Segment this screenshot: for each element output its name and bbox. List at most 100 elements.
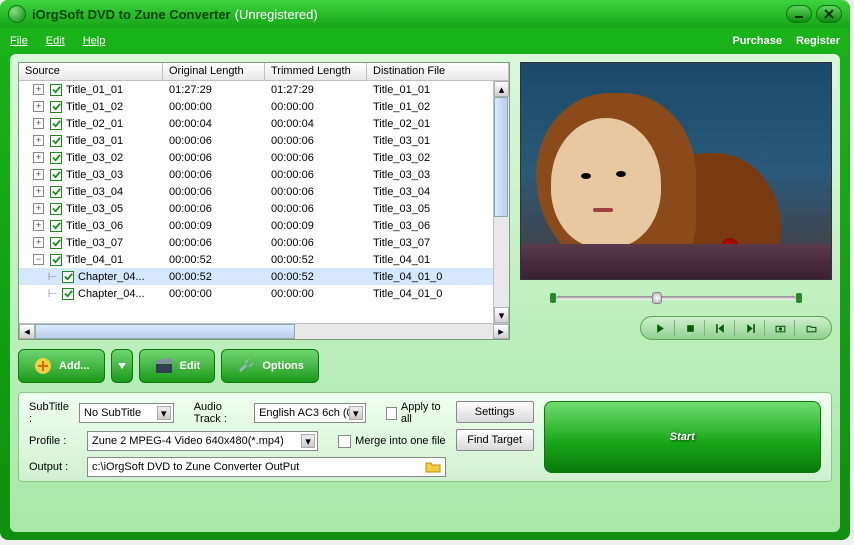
scroll-down-icon[interactable]: ▾ — [494, 307, 509, 323]
options-button[interactable]: Options — [221, 349, 319, 383]
scroll-right-icon[interactable]: ▸ — [493, 324, 509, 339]
tree-connector-icon: ⊢ — [47, 287, 58, 300]
find-target-button[interactable]: Find Target — [456, 429, 534, 451]
row-title: Title_03_04 — [66, 186, 123, 198]
output-path-input[interactable]: c:\iOrgSoft DVD to Zune Converter OutPut — [87, 457, 446, 477]
row-title: Title_03_05 — [66, 203, 123, 215]
menu-register[interactable]: Register — [796, 35, 840, 47]
add-dropdown-button[interactable] — [111, 349, 133, 383]
row-checkbox[interactable] — [50, 84, 62, 96]
audiotrack-combo[interactable]: English AC3 6ch (0x ▾ — [254, 403, 366, 423]
scroll-left-icon[interactable]: ◂ — [19, 324, 35, 339]
table-row[interactable]: ⊢Chapter_04...00:00:5200:00:52Title_04_0… — [19, 268, 509, 285]
snapshot-button[interactable] — [767, 320, 795, 336]
row-checkbox[interactable] — [62, 288, 74, 300]
table-row[interactable]: +Title_03_0300:00:0600:00:06Title_03_03 — [19, 166, 509, 183]
seek-slider[interactable] — [520, 288, 832, 308]
browse-folder-icon[interactable] — [425, 460, 441, 474]
expand-icon[interactable]: + — [33, 203, 44, 214]
cell-ol: 00:00:09 — [163, 220, 265, 232]
row-checkbox[interactable] — [50, 254, 62, 266]
dropdown-icon: ▾ — [157, 406, 171, 420]
table-row[interactable]: +Title_01_0101:27:2901:27:29Title_01_01 — [19, 81, 509, 98]
profile-combo[interactable]: Zune 2 MPEG-4 Video 640x480(*.mp4) ▾ — [87, 431, 318, 451]
col-destination-file[interactable]: Distination File — [367, 63, 509, 80]
start-button[interactable]: Start — [544, 401, 821, 473]
seek-end-marker[interactable] — [796, 293, 802, 303]
settings-panel: SubTitle : No SubTitle ▾ Audio Track : E… — [18, 392, 832, 482]
row-checkbox[interactable] — [50, 135, 62, 147]
row-checkbox[interactable] — [50, 169, 62, 181]
edit-button[interactable]: Edit — [139, 349, 216, 383]
row-checkbox[interactable] — [50, 220, 62, 232]
table-row[interactable]: +Title_03_0100:00:0600:00:06Title_03_01 — [19, 132, 509, 149]
close-button[interactable] — [816, 5, 842, 23]
table-row[interactable]: +Title_02_0100:00:0400:00:04Title_02_01 — [19, 115, 509, 132]
row-checkbox[interactable] — [50, 118, 62, 130]
row-checkbox[interactable] — [50, 186, 62, 198]
vertical-scrollbar[interactable]: ▴ ▾ — [493, 81, 509, 323]
source-table: Source Original Length Trimmed Length Di… — [18, 62, 510, 340]
seek-thumb[interactable] — [652, 292, 662, 304]
menu-edit[interactable]: Edit — [46, 35, 65, 47]
collapse-icon[interactable]: − — [33, 254, 44, 265]
add-label: Add... — [59, 360, 90, 372]
row-checkbox[interactable] — [50, 152, 62, 164]
subtitle-combo[interactable]: No SubTitle ▾ — [79, 403, 174, 423]
apply-all-checkbox[interactable] — [386, 407, 397, 420]
hscroll-thumb[interactable] — [35, 324, 295, 339]
scroll-up-icon[interactable]: ▴ — [494, 81, 509, 97]
app-status: (Unregistered) — [235, 7, 318, 22]
expand-icon[interactable]: + — [33, 169, 44, 180]
table-row[interactable]: +Title_03_0200:00:0600:00:06Title_03_02 — [19, 149, 509, 166]
table-row[interactable]: +Title_03_0400:00:0600:00:06Title_03_04 — [19, 183, 509, 200]
playback-controls — [640, 316, 832, 340]
cell-tl: 00:00:00 — [265, 288, 367, 300]
stop-button[interactable] — [677, 320, 705, 336]
start-label: Start — [670, 431, 695, 443]
next-button[interactable] — [737, 320, 765, 336]
col-source[interactable]: Source — [19, 63, 163, 80]
menu-purchase[interactable]: Purchase — [732, 35, 782, 47]
expand-icon[interactable]: + — [33, 152, 44, 163]
cell-ol: 00:00:06 — [163, 203, 265, 215]
app-title: iOrgSoft DVD to Zune Converter — [32, 7, 231, 22]
table-row[interactable]: +Title_03_0700:00:0600:00:06Title_03_07 — [19, 234, 509, 251]
scroll-thumb[interactable] — [494, 97, 508, 217]
table-row[interactable]: ⊢Chapter_04...00:00:0000:00:00Title_04_0… — [19, 285, 509, 302]
row-checkbox[interactable] — [50, 237, 62, 249]
row-checkbox[interactable] — [62, 271, 74, 283]
expand-icon[interactable]: + — [33, 186, 44, 197]
output-value: c:\iOrgSoft DVD to Zune Converter OutPut — [92, 461, 299, 473]
horizontal-scrollbar[interactable]: ◂ ▸ — [19, 323, 509, 339]
menu-file[interactable]: File — [10, 35, 28, 47]
expand-icon[interactable]: + — [33, 135, 44, 146]
col-original-length[interactable]: Original Length — [163, 63, 265, 80]
expand-icon[interactable]: + — [33, 84, 44, 95]
row-checkbox[interactable] — [50, 203, 62, 215]
expand-icon[interactable]: + — [33, 237, 44, 248]
cell-ol: 00:00:00 — [163, 101, 265, 113]
settings-button[interactable]: Settings — [456, 401, 534, 423]
table-row[interactable]: −Title_04_0100:00:5200:00:52Title_04_01 — [19, 251, 509, 268]
cell-df: Title_03_01 — [367, 135, 509, 147]
col-trimmed-length[interactable]: Trimmed Length — [265, 63, 367, 80]
add-icon — [33, 356, 53, 376]
table-row[interactable]: +Title_01_0200:00:0000:00:00Title_01_02 — [19, 98, 509, 115]
play-button[interactable] — [647, 320, 675, 336]
prev-button[interactable] — [707, 320, 735, 336]
merge-checkbox[interactable] — [338, 435, 351, 448]
menu-help[interactable]: Help — [83, 35, 106, 47]
row-checkbox[interactable] — [50, 101, 62, 113]
minimize-button[interactable] — [786, 5, 812, 23]
table-row[interactable]: +Title_03_0600:00:0900:00:09Title_03_06 — [19, 217, 509, 234]
expand-icon[interactable]: + — [33, 220, 44, 231]
add-button[interactable]: Add... — [18, 349, 105, 383]
open-folder-button[interactable] — [797, 320, 825, 336]
table-row[interactable]: +Title_03_0500:00:0600:00:06Title_03_05 — [19, 200, 509, 217]
cell-tl: 00:00:06 — [265, 186, 367, 198]
row-title: Title_03_02 — [66, 152, 123, 164]
cell-ol: 00:00:52 — [163, 271, 265, 283]
expand-icon[interactable]: + — [33, 118, 44, 129]
expand-icon[interactable]: + — [33, 101, 44, 112]
